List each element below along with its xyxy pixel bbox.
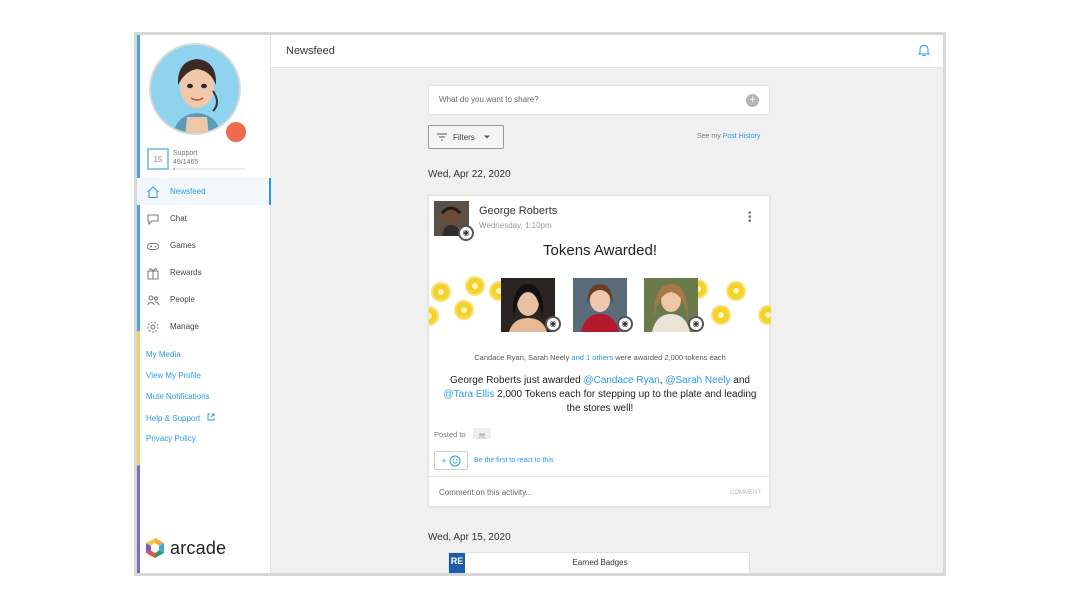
more-options-icon[interactable]: • • • xyxy=(748,209,752,227)
mention-link[interactable]: @Candace Ryan xyxy=(583,375,659,386)
privacy-policy-link[interactable]: Privacy Policy xyxy=(146,434,215,455)
add-reaction-plus: + xyxy=(441,455,447,466)
arcade-logo-icon xyxy=(146,538,164,558)
smiley-icon xyxy=(449,455,461,466)
date-heading: Wed, Apr 22, 2020 xyxy=(428,169,511,180)
post-history-link[interactable]: Post History xyxy=(723,133,761,140)
filters-label: Filters xyxy=(453,132,475,142)
app-window: 15 Support 49/1465 Newsfeed Chat Games R… xyxy=(134,32,946,576)
coin-icon xyxy=(465,276,485,296)
external-link-icon xyxy=(207,413,214,421)
help-support-link[interactable]: Help & Support xyxy=(146,413,215,434)
people-icon xyxy=(145,292,161,308)
sidebar-item-label: People xyxy=(170,295,195,304)
avatar-illustration xyxy=(151,45,239,133)
post-body-lead: George Roberts just awarded xyxy=(450,375,581,386)
post-body-and: and xyxy=(733,375,750,386)
award-banner: ◉ ◉ ◉ xyxy=(429,272,771,342)
level-progress-fill xyxy=(173,168,176,170)
react-prompt[interactable]: Be the first to react to this xyxy=(474,457,553,464)
share-input[interactable]: What do you want to share? + xyxy=(428,85,770,115)
post-card: RE Earned Badges xyxy=(448,552,750,573)
filter-icon xyxy=(437,133,447,141)
sidebar-item-people[interactable]: People xyxy=(137,286,271,313)
notification-bell-icon[interactable] xyxy=(917,43,931,57)
add-reaction-button[interactable]: + xyxy=(434,451,468,470)
gear-icon xyxy=(145,319,161,335)
brand-name: arcade xyxy=(170,537,227,558)
home-icon xyxy=(145,184,161,200)
post-title: Tokens Awarded! xyxy=(543,242,657,259)
award-summary: Candace Ryan, Sarah Neely and 1 others w… xyxy=(429,353,771,362)
newsfeed: What do you want to share? + Filters See… xyxy=(271,68,943,573)
sidebar-item-rewards[interactable]: Rewards xyxy=(137,259,271,286)
sidebar-item-label: Manage xyxy=(170,322,199,331)
sidebar-item-label: Rewards xyxy=(170,268,202,277)
post-title: Earned Badges xyxy=(572,558,628,567)
add-post-icon[interactable]: + xyxy=(746,94,759,107)
coin-icon xyxy=(454,300,474,320)
sidebar-item-manage[interactable]: Manage xyxy=(137,313,271,340)
post-time: Wednesday, 1:10pm xyxy=(479,221,552,230)
chat-icon xyxy=(145,211,161,227)
sidebar: 15 Support 49/1465 Newsfeed Chat Games R… xyxy=(137,35,271,573)
page-title: Newsfeed xyxy=(286,45,335,57)
mute-notifications-link[interactable]: Mute Notifications xyxy=(146,392,215,413)
post-history-link-row: See my Post History xyxy=(697,133,760,140)
see-my-label: See my xyxy=(697,133,721,140)
audience-people-icon xyxy=(477,433,487,439)
post-card: ◉ George Roberts Wednesday, 1:10pm • • • T… xyxy=(428,195,771,507)
audience-chip[interactable] xyxy=(473,428,491,439)
sidebar-item-label: Games xyxy=(170,241,196,250)
award-names: Candace Ryan, Sarah Neely xyxy=(474,353,570,362)
comment-input[interactable]: Comment on this activity... COMMENT xyxy=(429,476,771,507)
coin-icon xyxy=(711,305,731,325)
chevron-down-icon xyxy=(483,135,490,139)
coin-icon xyxy=(726,281,746,301)
posted-to-label: Posted to xyxy=(434,430,466,439)
sidebar-item-chat[interactable]: Chat xyxy=(137,205,271,232)
comment-placeholder: Comment on this activity... xyxy=(439,488,533,497)
level-progress-text: 49/1465 xyxy=(173,159,199,166)
sidebar-item-newsfeed[interactable]: Newsfeed xyxy=(137,178,271,205)
sidebar-item-label: Chat xyxy=(170,214,187,223)
coin-icon xyxy=(758,305,771,325)
level-indicator: 15 xyxy=(147,148,169,170)
my-media-link[interactable]: My Media xyxy=(146,350,215,371)
award-suffix: were awarded 2,000 tokens each xyxy=(615,353,726,362)
brand: arcade xyxy=(145,537,226,559)
coin-icon xyxy=(431,282,451,302)
post-body: George Roberts just awarded @Candace Rya… xyxy=(437,374,763,416)
help-support-label: Help & Support xyxy=(146,414,201,423)
sidebar-links: My Media View My Profile Mute Notificati… xyxy=(146,350,215,455)
post-body-comma: , xyxy=(659,375,663,386)
share-placeholder: What do you want to share? xyxy=(439,95,539,104)
rank-badge-icon xyxy=(224,120,248,144)
filters-button[interactable]: Filters xyxy=(428,125,504,149)
mention-link[interactable]: @Sarah Neely xyxy=(665,375,730,386)
comment-button[interactable]: COMMENT xyxy=(730,490,761,496)
date-heading: Wed, Apr 15, 2020 xyxy=(428,532,511,543)
coin-icon xyxy=(429,306,439,326)
author-rank-badge-icon: ◉ xyxy=(458,225,474,241)
recipient-rank-badge-icon: ◉ xyxy=(545,316,561,332)
post-body-tail: 2,000 Tokens each for stepping up to the… xyxy=(497,389,757,414)
sidebar-item-games[interactable]: Games xyxy=(137,232,271,259)
gamepad-icon xyxy=(145,238,161,254)
recipient-rank-badge-icon: ◉ xyxy=(617,316,633,332)
mention-link[interactable]: @Tara Ellis xyxy=(444,389,495,400)
level-progress-bar xyxy=(173,168,245,170)
recipient-rank-badge-icon: ◉ xyxy=(688,316,704,332)
sidebar-item-label: Newsfeed xyxy=(170,187,206,196)
top-bar: Newsfeed xyxy=(271,35,943,68)
avatar[interactable] xyxy=(149,43,241,135)
level-label: Support 49/1465 xyxy=(173,149,198,167)
sidebar-nav: Newsfeed Chat Games Rewards People Manag… xyxy=(137,178,271,340)
award-others-link[interactable]: and 1 others xyxy=(571,353,613,362)
team-name: Support xyxy=(173,150,198,157)
view-profile-link[interactable]: View My Profile xyxy=(146,371,215,392)
gift-icon xyxy=(145,265,161,281)
post-author[interactable]: George Roberts xyxy=(479,205,557,217)
